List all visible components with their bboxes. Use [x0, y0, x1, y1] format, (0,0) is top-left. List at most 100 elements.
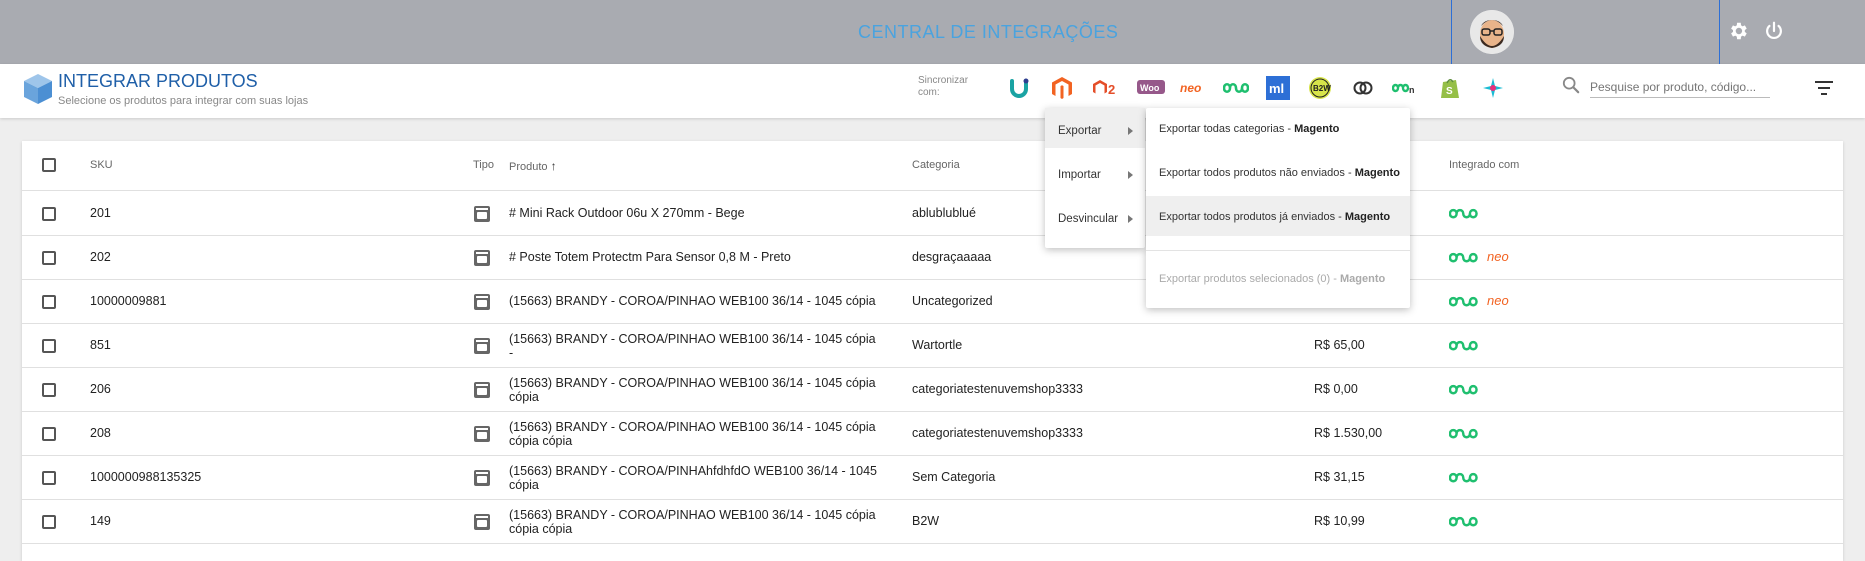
svg-text:2: 2 [1108, 82, 1115, 97]
menu-divider [1146, 250, 1410, 251]
link-icon[interactable] [1349, 74, 1377, 102]
cell-categoria: desgraçaaaaa [912, 250, 992, 264]
cell-produto[interactable]: # Mini Rack Outdoor 06u X 270mm - Bege [509, 206, 909, 220]
table-row[interactable]: 206 (15663) BRANDY - COROA/PINHAO WEB100 … [22, 368, 1843, 412]
actions-menu: Exportar Importar Desvincular [1045, 108, 1145, 248]
connect-icon[interactable]: n [1391, 74, 1421, 102]
cell-produto[interactable]: (15663) BRANDY - COROA/PINHAO WEB100 36/… [509, 332, 909, 360]
table-row[interactable]: 149 (15663) BRANDY - COROA/PINHAO WEB100 … [22, 500, 1843, 544]
submenu-export-unsent[interactable]: Exportar todos produtos não enviados - M… [1146, 152, 1410, 192]
table-row[interactable]: 10000009881 (15663) BRANDY - COROA/PINHAO… [22, 280, 1843, 324]
svg-text:n: n [1409, 85, 1415, 95]
integrator-icon [1448, 515, 1479, 529]
cell-produto[interactable]: # Poste Totem Protectm Para Sensor 0,8 M… [509, 250, 909, 264]
search-icon[interactable] [1562, 76, 1582, 96]
table-row[interactable]: 202 # Poste Totem Protectm Para Sensor 0,… [22, 236, 1843, 280]
integrator-icon [1448, 471, 1479, 485]
gear-icon[interactable] [1727, 20, 1749, 42]
page-header: INTEGRAR PRODUTOS Selecione os produtos … [0, 64, 1865, 118]
b2w-icon[interactable]: B2W [1306, 74, 1334, 102]
tray-icon[interactable] [1479, 74, 1507, 102]
integrator-icon [1448, 251, 1479, 265]
magento-icon[interactable] [1048, 74, 1076, 102]
integration-u-icon[interactable] [1005, 74, 1033, 102]
table-row[interactable]: 208 (15663) BRANDY - COROA/PINHAO WEB100 … [22, 412, 1843, 456]
row-checkbox[interactable] [42, 515, 56, 529]
table-row[interactable]: 201 # Mini Rack Outdoor 06u X 270mm - Beg… [22, 192, 1843, 236]
cell-produto[interactable]: (15663) BRANDY - COROA/PINHAhfdhfdO WEB1… [509, 464, 909, 492]
svg-text:ml: ml [1269, 81, 1284, 96]
row-checkbox[interactable] [42, 427, 56, 441]
page-subtitle: Selecione os produtos para integrar com … [58, 95, 309, 107]
neo-icon: neo [1487, 249, 1509, 264]
table-row[interactable]: 851 (15663) BRANDY - COROA/PINHAO WEB100 … [22, 324, 1843, 368]
integrator-icon [1448, 207, 1479, 221]
woocommerce-icon[interactable]: Woo [1136, 74, 1166, 102]
cell-produto[interactable]: (15663) BRANDY - COROA/PINHAO WEB100 36/… [509, 508, 909, 536]
cell-sku: 208 [90, 426, 111, 440]
cell-categoria: Wartortle [912, 338, 963, 352]
magento2-icon[interactable]: 2 [1091, 74, 1123, 102]
product-type-icon [474, 382, 490, 398]
submenu-export-categories[interactable]: Exportar todas categorias - Magento [1146, 108, 1410, 148]
sort-arrow-up-icon: ↑ [550, 159, 557, 173]
cell-preco: R$ 1.530,00 [1314, 426, 1383, 440]
row-checkbox[interactable] [42, 251, 56, 265]
export-submenu: Exportar todas categorias - Magento Expo… [1146, 108, 1410, 308]
column-categoria[interactable]: Categoria [912, 159, 960, 171]
box-icon [22, 72, 54, 106]
integrator-icon [1448, 427, 1479, 441]
submenu-export-sent[interactable]: Exportar todos produtos já enviados - Ma… [1146, 196, 1410, 236]
cell-sku: 149 [90, 514, 111, 528]
menu-item-importar[interactable]: Importar [1045, 152, 1145, 192]
cell-sku: 206 [90, 382, 111, 396]
svg-text:neo: neo [1180, 81, 1201, 95]
avatar[interactable] [1470, 10, 1514, 54]
column-tipo[interactable]: Tipo [473, 159, 494, 171]
cell-preco: R$ 0,00 [1314, 382, 1358, 396]
menu-item-desvincular[interactable]: Desvincular [1045, 196, 1145, 236]
filter-icon[interactable] [1815, 81, 1833, 95]
column-sku[interactable]: SKU [90, 159, 113, 171]
neo-icon[interactable]: neo [1178, 74, 1208, 102]
page-title: INTEGRAR PRODUTOS [58, 71, 258, 91]
integrator-icon[interactable] [1221, 74, 1251, 102]
submenu-export-selected: Exportar produtos selecionados (0) - Mag… [1159, 273, 1386, 285]
cell-produto[interactable]: (15663) BRANDY - COROA/PINHAO WEB100 36/… [509, 420, 909, 448]
power-icon[interactable] [1763, 20, 1785, 42]
row-checkbox[interactable] [42, 207, 56, 221]
svg-text:Woo: Woo [1140, 83, 1160, 93]
products-table: SKU Tipo Produto ↑ Categoria Integrado c… [22, 141, 1843, 561]
cell-categoria: Sem Categoria [912, 470, 996, 484]
row-checkbox[interactable] [42, 471, 56, 485]
cell-sku: 10000009881 [90, 294, 167, 308]
mercadolivre-icon[interactable]: ml [1264, 74, 1292, 102]
svg-text:S: S [1446, 86, 1453, 97]
cell-produto[interactable]: (15663) BRANDY - COROA/PINHAO WEB100 36/… [509, 294, 909, 308]
cell-preco: R$ 10,99 [1314, 514, 1365, 528]
product-type-icon [474, 294, 490, 310]
select-all-checkbox[interactable] [42, 158, 56, 172]
user-box[interactable] [1451, 0, 1720, 64]
row-checkbox[interactable] [42, 295, 56, 309]
menu-item-exportar[interactable]: Exportar [1045, 108, 1145, 148]
row-checkbox[interactable] [42, 383, 56, 397]
sync-label: Sincronizar com: [918, 75, 969, 98]
chevron-right-icon [1128, 215, 1133, 223]
column-produto[interactable]: Produto ↑ [509, 159, 557, 173]
search-input[interactable] [1590, 76, 1770, 98]
cell-categoria: categoriatestenuvemshop3333 [912, 426, 1083, 440]
svg-text:B2W: B2W [1313, 84, 1331, 93]
product-type-icon [474, 470, 490, 486]
product-type-icon [474, 338, 490, 354]
cell-sku: 1000000988135325 [90, 470, 202, 484]
table-row[interactable]: 1000000988135325 (15663) BRANDY - COROA/P… [22, 456, 1843, 500]
app-title: CENTRAL DE INTEGRAÇÕES [858, 22, 1119, 42]
shopify-icon[interactable]: S [1436, 74, 1464, 102]
product-type-icon [474, 426, 490, 442]
row-checkbox[interactable] [42, 339, 56, 353]
column-integrado[interactable]: Integrado com [1449, 159, 1519, 171]
chevron-right-icon [1128, 127, 1133, 135]
cell-produto[interactable]: (15663) BRANDY - COROA/PINHAO WEB100 36/… [509, 376, 909, 404]
chevron-right-icon [1128, 171, 1133, 179]
